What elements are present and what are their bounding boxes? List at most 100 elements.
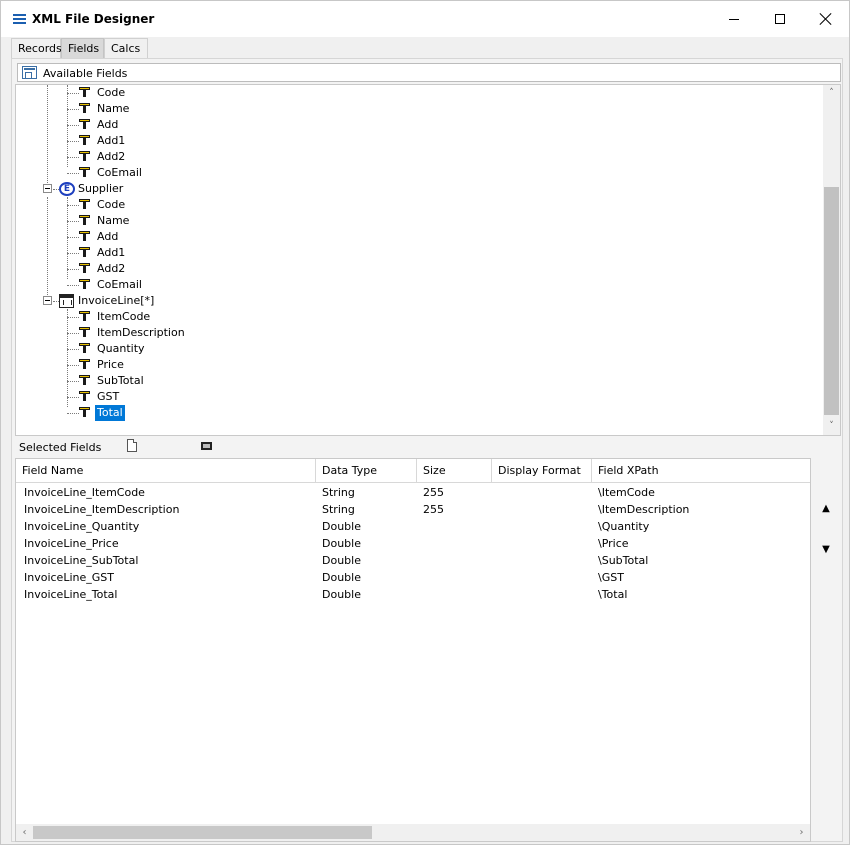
tree-item-label: Add [97,230,119,243]
close-icon [820,13,832,25]
title-bar: XML File Designer [1,1,849,37]
tree-connector [67,85,68,167]
tree-item-label: CoEmail [97,278,142,291]
tree-item-label: ItemCode [97,310,151,323]
tree-item-label: SubTotal [97,374,144,387]
table-row[interactable]: InvoiceLine_SubTotal Double \SubTotal [16,552,810,569]
menu-icon [13,14,26,24]
tree-item-label: Name [97,102,130,115]
cell-field-xpath: \ItemCode [598,486,655,499]
maximize-button[interactable] [757,1,803,37]
selected-fields-toolbar: Selected Fields [15,438,841,456]
field-t-icon [79,311,90,322]
cell-data-type: Double [322,571,361,584]
tree-item-label: Total [95,405,125,421]
table-row[interactable]: InvoiceLine_Total Double \Total [16,586,810,603]
tree-connector [67,309,68,407]
cell-field-xpath: \GST [598,571,624,584]
grid-header: Field Name Data Type Size Display Format… [16,459,810,483]
selected-fields-label: Selected Fields [19,441,102,454]
xml-file-designer-window: XML File Designer Records Fields Calcs A… [0,0,850,845]
field-t-icon [79,391,90,402]
field-t-icon [79,343,90,354]
film-icon[interactable] [201,442,212,450]
cell-field-xpath: \SubTotal [598,554,649,567]
table-row[interactable]: InvoiceLine_GST Double \GST [16,569,810,586]
cell-field-xpath: \ItemDescription [598,503,690,516]
table-row[interactable]: InvoiceLine_Price Double \Price [16,535,810,552]
fields-list-icon [22,66,37,79]
tree-item-label: Price [97,358,124,371]
tree-item-label: Code [97,198,126,211]
scroll-thumb[interactable] [824,187,839,415]
field-t-icon [79,359,90,370]
field-t-icon [79,279,90,290]
collapse-toggle[interactable] [43,296,52,305]
close-button[interactable] [803,1,849,37]
scroll-left-button[interactable]: ‹ [16,824,33,841]
cell-field-name: InvoiceLine_Total [24,588,118,601]
tree-vertical-scrollbar[interactable]: ˄ ˅ [823,85,840,435]
field-t-icon [79,375,90,386]
move-up-button[interactable]: ▲ [818,501,834,517]
field-t-icon [79,135,90,146]
move-down-button[interactable]: ▼ [818,542,834,558]
tab-fields[interactable]: Fields [61,38,104,58]
table-icon [59,294,74,308]
cell-field-name: InvoiceLine_Quantity [24,520,140,533]
field-t-icon [79,215,90,226]
tree-item-label: Add2 [97,150,126,163]
table-row[interactable]: InvoiceLine_ItemCode String 255 \ItemCod… [16,484,810,501]
tree-item-label: Quantity [97,342,145,355]
field-t-icon [79,167,90,178]
column-header-size[interactable]: Size [417,459,492,483]
cell-field-name: InvoiceLine_ItemDescription [24,503,180,516]
scroll-up-button[interactable]: ˄ [823,85,840,102]
field-t-icon [79,247,90,258]
field-t-icon [79,87,90,98]
object-e-icon: E [59,182,75,196]
cell-field-xpath: \Quantity [598,520,650,533]
field-t-icon [79,199,90,210]
tab-calcs[interactable]: Calcs [104,38,148,58]
cell-field-xpath: \Price [598,537,629,550]
tree-item-label: Add1 [97,246,126,259]
cell-data-type: Double [322,554,361,567]
tree-item-label: GST [97,390,120,403]
table-row[interactable]: InvoiceLine_ItemDescription String 255 \… [16,501,810,518]
cell-field-name: InvoiceLine_GST [24,571,114,584]
column-header-field-name[interactable]: Field Name [16,459,316,483]
maximize-icon [775,14,785,24]
cell-size: 255 [423,503,444,516]
tree-connector [67,197,68,279]
cell-field-name: InvoiceLine_Price [24,537,119,550]
table-row[interactable]: InvoiceLine_Quantity Double \Quantity [16,518,810,535]
tree-item-label: Add [97,118,119,131]
scroll-thumb[interactable] [33,826,372,839]
minimize-button[interactable] [711,1,757,37]
grid-horizontal-scrollbar[interactable]: ‹ › [16,824,810,841]
tree-connector [47,85,48,191]
collapse-toggle[interactable] [43,184,52,193]
available-fields-tree[interactable]: Code Name Add Add1 Add2 CoEmail E Suppli… [15,84,841,436]
field-t-icon [79,103,90,114]
scroll-down-button[interactable]: ˅ [823,418,840,435]
scroll-right-button[interactable]: › [793,824,810,841]
tree-node-label: Supplier [78,182,124,195]
fields-panel: Available Fields Code Name Add Add1 Add2… [11,58,843,842]
tree-item-label: Code [97,86,126,99]
document-icon[interactable] [127,439,137,452]
column-header-field-xpath[interactable]: Field XPath [592,459,810,483]
column-header-data-type[interactable]: Data Type [316,459,417,483]
cell-field-name: InvoiceLine_SubTotal [24,554,139,567]
tree-item-label: Add2 [97,262,126,275]
minimize-icon [729,18,739,20]
selected-fields-grid[interactable]: Field Name Data Type Size Display Format… [15,458,811,842]
cell-field-name: InvoiceLine_ItemCode [24,486,145,499]
tab-records[interactable]: Records [11,38,62,58]
cell-size: 255 [423,486,444,499]
cell-field-xpath: \Total [598,588,628,601]
column-header-display-format[interactable]: Display Format [492,459,592,483]
tree-connector [47,197,48,295]
window-title: XML File Designer [32,12,155,26]
